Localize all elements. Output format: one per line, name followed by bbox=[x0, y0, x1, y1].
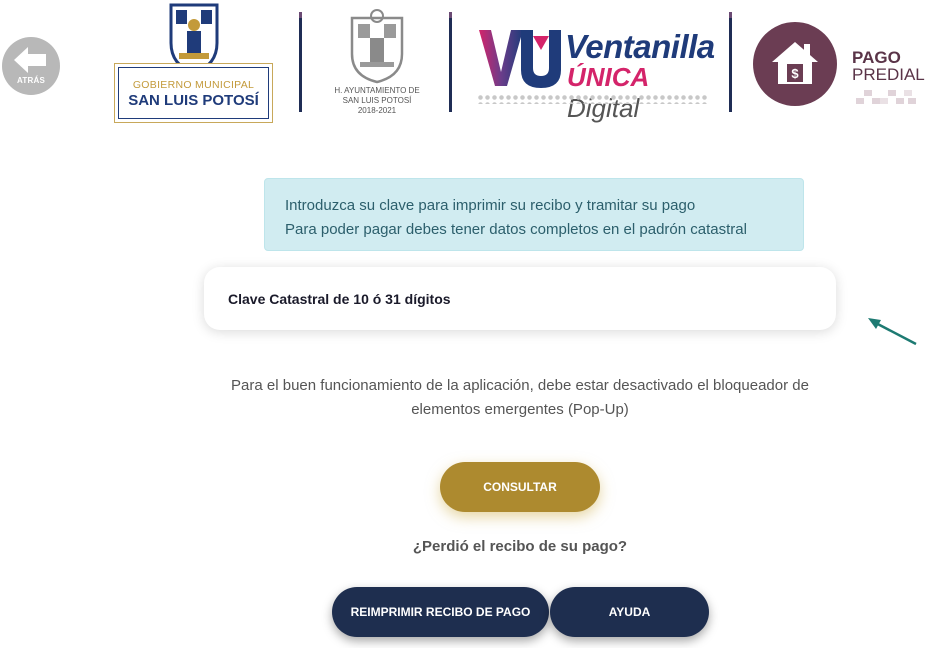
vu-mark-icon bbox=[479, 30, 561, 88]
popup-blocker-note: Para el buen funcionamiento de la aplica… bbox=[231, 377, 809, 418]
clave-input-card bbox=[204, 267, 836, 330]
header-divider bbox=[449, 12, 452, 112]
pago-predial-logo: $ PAGO PREDIAL bbox=[753, 22, 938, 112]
ventanilla-unica-word: ÚNICA bbox=[567, 62, 650, 92]
alert-line1: Introduzca su clave para imprimir su rec… bbox=[285, 197, 696, 214]
alert-line2: Para poder pagar debes tener datos compl… bbox=[285, 221, 747, 238]
gobierno-line2: SAN LUIS POTOSÍ bbox=[128, 92, 259, 109]
ventanilla-unica-logo: Ventanilla ÚNICA Digital bbox=[477, 22, 715, 123]
pago-line2: PREDIAL bbox=[852, 65, 925, 84]
vu-dot-pattern bbox=[477, 94, 709, 104]
ayuda-button[interactable]: AYUDA bbox=[550, 587, 709, 637]
gobierno-municipal-logo: GOBIERNO MUNICIPAL SAN LUIS POTOSÍ bbox=[114, 3, 273, 123]
house-dollar-icon: $ bbox=[772, 42, 818, 84]
reimprimir-recibo-button[interactable]: REIMPRIMIR RECIBO DE PAGO bbox=[332, 587, 549, 637]
pago-predial-circle: $ bbox=[753, 22, 837, 106]
svg-text:$: $ bbox=[791, 66, 799, 81]
ayuntamiento-logo: H. AYUNTAMIENTO DE SAN LUIS POTOSÍ 2018-… bbox=[322, 6, 432, 121]
ayuntamiento-line1: H. AYUNTAMIENTO DE bbox=[334, 86, 420, 95]
info-alert: Introduzca su clave para imprimir su rec… bbox=[264, 178, 804, 251]
arrow-left-icon bbox=[14, 47, 46, 73]
header-divider bbox=[729, 12, 732, 112]
back-label: ATRÁS bbox=[17, 76, 45, 85]
ayuntamiento-seal-icon bbox=[350, 9, 404, 84]
clave-catastral-input[interactable] bbox=[204, 267, 836, 330]
ayuntamiento-line2: SAN LUIS POTOSÍ bbox=[342, 96, 412, 105]
pointer-arrow-icon bbox=[868, 318, 917, 346]
ventanilla-title: Ventanilla bbox=[565, 28, 715, 65]
lost-receipt-question: ¿Perdió el recibo de su pago? bbox=[412, 538, 628, 555]
ayuntamiento-line3: 2018-2021 bbox=[357, 106, 397, 115]
consultar-button[interactable]: CONSULTAR bbox=[440, 462, 600, 512]
gobierno-line1: GOBIERNO MUNICIPAL bbox=[132, 79, 255, 91]
back-button[interactable]: ATRÁS bbox=[2, 37, 60, 95]
header-divider bbox=[299, 12, 302, 112]
